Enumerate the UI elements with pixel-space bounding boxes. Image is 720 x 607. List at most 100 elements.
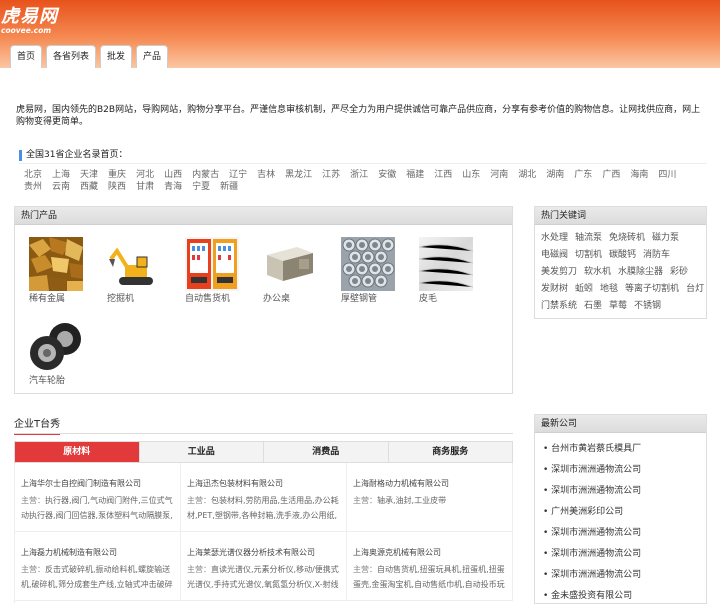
province-link[interactable]: 福建	[406, 169, 424, 181]
product-label[interactable]: 挖掘机	[107, 293, 167, 305]
keyword-link[interactable]: 地毯	[600, 283, 618, 296]
province-link[interactable]: 安徽	[378, 169, 396, 181]
vending-machine-image[interactable]	[185, 237, 239, 291]
province-link[interactable]: 宁夏	[192, 181, 210, 193]
new-company-item[interactable]: • 台州市黄岩蔡氏模具厂	[535, 439, 706, 460]
province-link[interactable]: 河北	[136, 169, 154, 181]
keyword-link[interactable]: 台灯	[686, 283, 704, 296]
product-label[interactable]: 厚壁钢管	[341, 293, 401, 305]
new-company-name[interactable]: 广州美洲彩印公司	[551, 507, 623, 517]
new-company-name[interactable]: 深圳市洲洲通物流公司	[551, 465, 641, 475]
province-link[interactable]: 辽宁	[229, 169, 247, 181]
tab-raw-materials[interactable]: 原材料	[15, 442, 140, 462]
new-company-item[interactable]: • 深圳市洲洲通物流公司	[535, 565, 706, 586]
tab-consumer[interactable]: 消费品	[264, 442, 389, 462]
keyword-link[interactable]: 碳酸钙	[609, 249, 636, 262]
new-company-item[interactable]: • 金未盛投资有限公司	[535, 586, 706, 607]
province-link[interactable]: 新疆	[220, 181, 238, 193]
province-link[interactable]: 云南	[52, 181, 70, 193]
province-link[interactable]: 北京	[24, 169, 42, 181]
office-desk-image[interactable]	[263, 237, 317, 291]
product-item[interactable]: 汽车轮胎	[29, 319, 89, 387]
product-label[interactable]: 稀有金属	[29, 293, 89, 305]
keyword-link[interactable]: 石墨	[584, 300, 602, 313]
keyword-link[interactable]: 发财树	[541, 283, 568, 296]
tab-industrial[interactable]: 工业品	[139, 442, 264, 462]
province-link[interactable]: 青海	[164, 181, 182, 193]
product-label[interactable]: 自动售货机	[185, 293, 245, 305]
keyword-link[interactable]: 草莓	[609, 300, 627, 313]
keyword-link[interactable]: 彩砂	[670, 266, 688, 279]
keyword-link[interactable]: 水处理	[541, 232, 568, 245]
province-link[interactable]: 甘肃	[136, 181, 154, 193]
keyword-link[interactable]: 免烧砖机	[609, 232, 645, 245]
province-link[interactable]: 江苏	[322, 169, 340, 181]
province-link[interactable]: 湖南	[546, 169, 564, 181]
product-label[interactable]: 办公桌	[263, 293, 323, 305]
new-company-name[interactable]: 台州市黄岩蔡氏模具厂	[551, 444, 641, 454]
new-company-item[interactable]: • 深圳市洲洲通物流公司	[535, 481, 706, 502]
province-link[interactable]: 上海	[52, 169, 70, 181]
keyword-link[interactable]: 蚯蚓	[575, 283, 593, 296]
province-link[interactable]: 吉林	[257, 169, 275, 181]
province-link[interactable]: 陕西	[108, 181, 126, 193]
province-link[interactable]: 西藏	[80, 181, 98, 193]
company-name-link[interactable]: 上海莱瑟光谱仪器分析技术有限公司	[187, 547, 340, 558]
new-company-name[interactable]: 深圳市洲洲通物流公司	[551, 486, 641, 496]
product-label[interactable]: 汽车轮胎	[29, 375, 89, 387]
keyword-link[interactable]: 美发剪刀	[541, 266, 577, 279]
province-link[interactable]: 海南	[630, 169, 648, 181]
site-logo[interactable]: 虎易网 coovee.com	[1, 7, 58, 36]
new-company-name[interactable]: 深圳市洲洲通物流公司	[551, 570, 641, 580]
product-item[interactable]: 皮毛	[419, 237, 479, 305]
keyword-link[interactable]: 磁力泵	[652, 232, 679, 245]
product-item[interactable]: 厚壁钢管	[341, 237, 401, 305]
keyword-link[interactable]: 等离子切割机	[625, 283, 679, 296]
new-company-item[interactable]: • 深圳市洲洲通物流公司	[535, 523, 706, 544]
product-item[interactable]: 自动售货机	[185, 237, 245, 305]
nav-provinces[interactable]: 各省列表	[46, 45, 97, 68]
new-company-item[interactable]: • 深圳市洲洲通物流公司	[535, 544, 706, 565]
province-link[interactable]: 山东	[462, 169, 480, 181]
product-label[interactable]: 皮毛	[419, 293, 479, 305]
car-tires-image[interactable]	[29, 319, 83, 373]
province-link[interactable]: 广西	[602, 169, 620, 181]
new-company-item[interactable]: • 广州美洲彩印公司	[535, 502, 706, 523]
province-link[interactable]: 江西	[434, 169, 452, 181]
new-company-name[interactable]: 深圳市洲洲通物流公司	[551, 549, 641, 559]
keyword-link[interactable]: 消防车	[643, 249, 670, 262]
product-item[interactable]: 办公桌	[263, 237, 323, 305]
company-name-link[interactable]: 上海华尔士自控阀门制造有限公司	[21, 478, 174, 489]
keyword-link[interactable]: 门禁系统	[541, 300, 577, 313]
province-link[interactable]: 重庆	[108, 169, 126, 181]
keyword-link[interactable]: 水膜除尘器	[618, 266, 663, 279]
province-link[interactable]: 天津	[80, 169, 98, 181]
keyword-link[interactable]: 软水机	[584, 266, 611, 279]
keyword-link[interactable]: 不锈钢	[634, 300, 661, 313]
tab-business-services[interactable]: 商务服务	[388, 442, 512, 462]
scrap-metal-image[interactable]	[29, 237, 83, 291]
province-link[interactable]: 内蒙古	[192, 169, 219, 181]
new-company-name[interactable]: 深圳市洲洲通物流公司	[551, 528, 641, 538]
province-link[interactable]: 广东	[574, 169, 592, 181]
keyword-link[interactable]: 轴流泵	[575, 232, 602, 245]
province-link[interactable]: 四川	[658, 169, 676, 181]
province-link[interactable]: 浙江	[350, 169, 368, 181]
nav-wholesale[interactable]: 批发	[100, 45, 133, 68]
nav-products[interactable]: 产品	[136, 45, 169, 68]
excavator-image[interactable]	[107, 237, 161, 291]
steel-pipes-image[interactable]	[341, 237, 395, 291]
keyword-link[interactable]: 切割机	[575, 249, 602, 262]
province-link[interactable]: 贵州	[24, 181, 42, 193]
company-name-link[interactable]: 上海奥源克机械有限公司	[353, 547, 506, 558]
province-link[interactable]: 河南	[490, 169, 508, 181]
product-item[interactable]: 稀有金属	[29, 237, 89, 305]
keyword-link[interactable]: 电磁阀	[541, 249, 568, 262]
province-link[interactable]: 山西	[164, 169, 182, 181]
province-link[interactable]: 湖北	[518, 169, 536, 181]
company-name-link[interactable]: 上海耐格动力机械有限公司	[353, 478, 506, 489]
company-name-link[interactable]: 上海迅杰包装材料有限公司	[187, 478, 340, 489]
province-link[interactable]: 黑龙江	[285, 169, 312, 181]
product-item[interactable]: 挖掘机	[107, 237, 167, 305]
nav-home[interactable]: 首页	[10, 45, 43, 68]
